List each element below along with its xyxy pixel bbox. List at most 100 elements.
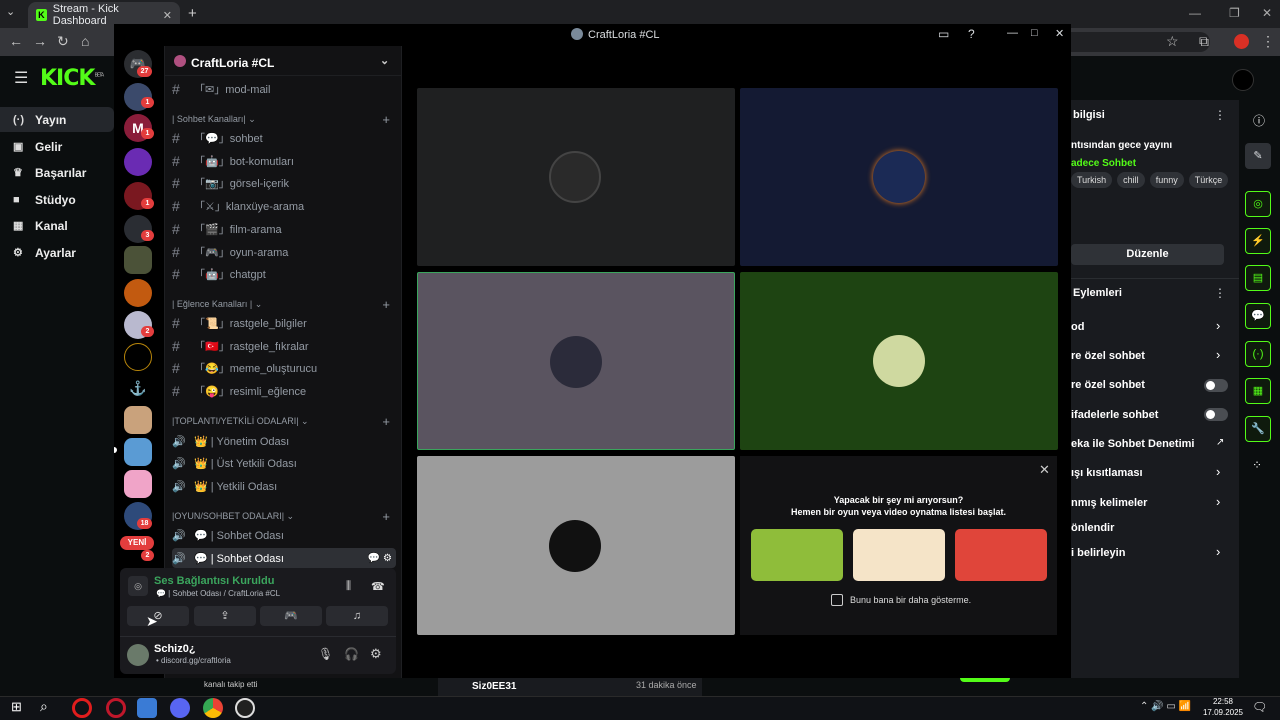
action-row[interactable]: nmış kelimeler: [1071, 497, 1147, 509]
action-row[interactable]: od: [1071, 321, 1084, 333]
activities-button[interactable]: 🎮: [260, 606, 322, 626]
channel-item[interactable]: # 「⚔」klanxüye-arama: [172, 196, 396, 216]
server-icon-craftloria[interactable]: [124, 438, 152, 466]
action-row[interactable]: i belirleyin: [1071, 547, 1125, 559]
voice-channel-item[interactable]: 🔊 👑 | Yönetim Odası: [172, 431, 396, 451]
nav-ayarlar[interactable]: ⚙ Ayarlar: [0, 240, 114, 265]
close-tab-icon[interactable]: ✕: [163, 9, 172, 22]
minimize-icon[interactable]: —: [1007, 27, 1018, 39]
user-avatar[interactable]: [1232, 69, 1254, 91]
category-header[interactable]: | Sohbet Kanalları| ⌄ +: [172, 112, 396, 127]
search-icon[interactable]: ⌕: [40, 698, 48, 715]
layout-icon[interactable]: ▦: [1245, 378, 1271, 404]
document-icon[interactable]: ▤: [1245, 265, 1271, 291]
server-icon[interactable]: [124, 470, 152, 498]
extensions-icon[interactable]: ⧉: [1199, 33, 1209, 50]
dont-show-label[interactable]: Bunu bana bir daha gösterme.: [850, 595, 971, 605]
opera-icon[interactable]: [72, 698, 92, 718]
forward-icon[interactable]: →: [33, 33, 47, 49]
channel-item[interactable]: # 「💬」sohbet: [172, 128, 396, 148]
action-row[interactable]: önlendir: [1071, 522, 1114, 534]
wrench-icon[interactable]: 🔧: [1245, 416, 1271, 442]
channel-mod-mail[interactable]: # 「✉」mod-mail: [172, 79, 396, 99]
app-icon[interactable]: [137, 698, 157, 718]
actions-menu-icon[interactable]: ⋮: [1214, 286, 1226, 300]
category-header[interactable]: |TOPLANTI/YETKİLİ ODALARI| ⌄ +: [172, 414, 396, 429]
tray-icons[interactable]: ⌃ 🔊 ▭ 📶: [1140, 701, 1191, 712]
voice-channel-item[interactable]: 🔊 💬 | Sohbet Odası: [172, 525, 396, 545]
channel-item[interactable]: # 「🎬」film-arama: [172, 219, 396, 239]
address-bar[interactable]: [1070, 32, 1210, 52]
menu-kebab-icon[interactable]: ⋮: [1261, 33, 1275, 50]
toggle-switch[interactable]: [1204, 379, 1228, 392]
profile-avatar[interactable]: [1234, 34, 1249, 49]
info-icon[interactable]: ⓘ: [1253, 112, 1265, 129]
channel-item[interactable]: # 「🤖」chatgpt: [172, 264, 396, 284]
server-icon[interactable]: [124, 279, 152, 307]
channel-item[interactable]: # 「📷」görsel-içerik: [172, 173, 396, 193]
nav-studyo[interactable]: ■ Stüdyo: [0, 187, 114, 212]
hamburger-menu-icon[interactable]: ☰: [14, 68, 28, 88]
edit-pencil-icon[interactable]: ✎: [1245, 143, 1271, 169]
chevron-right-icon[interactable]: ›: [1216, 494, 1220, 509]
voice-status[interactable]: Ses Bağlantısı Kuruldu: [154, 575, 274, 587]
voice-channel-path[interactable]: 💬 | Sohbet Odası / CraftLoria #CL: [156, 589, 280, 598]
server-header[interactable]: CraftLoria #CL ⌄: [164, 46, 402, 76]
server-icon[interactable]: [124, 406, 152, 434]
bookmark-star-icon[interactable]: ☆: [1166, 33, 1179, 50]
game-card-bad-cats[interactable]: [955, 529, 1047, 581]
clock-date[interactable]: 17.09.2025: [1202, 708, 1244, 717]
maximize-icon[interactable]: □: [1031, 27, 1038, 39]
voice-channel-item-active[interactable]: 🔊 💬 | Sohbet Odası 💬 ⚙: [172, 548, 396, 568]
tab-search-icon[interactable]: ⌄: [6, 5, 15, 18]
channel-item[interactable]: # 「😜」resimli_eğlence: [172, 381, 396, 401]
toggle-switch[interactable]: [1204, 408, 1228, 421]
activity-user[interactable]: Siz0EE31: [472, 680, 516, 694]
channel-item[interactable]: # 「🤖」bot-komutları: [172, 151, 396, 171]
discord-icon[interactable]: [170, 698, 190, 718]
help-icon[interactable]: ?: [968, 27, 975, 41]
new-badge[interactable]: YENİ: [120, 536, 154, 550]
chevron-right-icon[interactable]: ›: [1216, 544, 1220, 559]
action-row[interactable]: eka ile Sohbet Denetimi: [1071, 438, 1194, 450]
voice-channel-item[interactable]: 🔊 👑 | Üst Yetkili Odası: [172, 453, 396, 473]
channel-actions-icons[interactable]: 💬 ⚙: [368, 553, 392, 564]
windows-start-icon[interactable]: ⊞: [11, 699, 22, 715]
game-card-bobble-league[interactable]: [853, 529, 945, 581]
noise-suppression-icon[interactable]: ⫼: [346, 580, 351, 593]
channel-item[interactable]: # 「🎮」oyun-arama: [172, 242, 396, 262]
back-icon[interactable]: ←: [9, 33, 23, 49]
microphone-icon[interactable]: 🎙: [318, 647, 333, 661]
chat-icon[interactable]: 💬: [1245, 303, 1271, 329]
headphones-icon[interactable]: 🎧: [344, 647, 359, 661]
kick-logo[interactable]: KICKBETA: [40, 66, 104, 91]
channel-item[interactable]: # 「🇹🇷」rastgele_fıkralar: [172, 336, 396, 356]
disconnect-icon[interactable]: ☎: [371, 580, 385, 593]
minimize-icon[interactable]: —: [1189, 6, 1201, 20]
new-tab-button[interactable]: +: [188, 5, 197, 22]
focus-icon[interactable]: ◎: [1245, 191, 1271, 217]
category-header[interactable]: | Eğlence Kanalları | ⌄ +: [172, 297, 396, 312]
panel-menu-icon[interactable]: ⋮: [1214, 108, 1226, 122]
restore-icon[interactable]: ❐: [1229, 6, 1240, 20]
share-screen-button[interactable]: ⇪: [194, 606, 256, 626]
chevron-right-icon[interactable]: ›: [1216, 464, 1220, 479]
category-header[interactable]: |OYUN/SOHBET ODALARI| ⌄ +: [172, 509, 396, 524]
camera-off-button[interactable]: ⊘: [127, 606, 189, 626]
close-icon[interactable]: ✕: [1055, 27, 1064, 40]
close-window-icon[interactable]: ✕: [1262, 6, 1272, 20]
close-icon[interactable]: ✕: [1039, 462, 1050, 478]
edit-button[interactable]: Düzenle: [1071, 244, 1224, 265]
username[interactable]: Schiz0¿: [154, 643, 196, 655]
user-avatar[interactable]: [127, 644, 149, 666]
nav-yayin[interactable]: (·) Yayın: [0, 107, 114, 132]
user-settings-icon[interactable]: ⚙: [370, 646, 382, 662]
more-tools-icon[interactable]: ⁘: [1252, 458, 1262, 472]
nav-gelir[interactable]: ▣ Gelir: [0, 134, 114, 159]
chevron-right-icon[interactable]: ›: [1216, 347, 1220, 362]
channel-item[interactable]: # 「😂」meme_oluşturucu: [172, 358, 396, 378]
obs-icon[interactable]: [235, 698, 255, 718]
voice-channel-item[interactable]: 🔊 👑 | Yetkili Odası: [172, 476, 396, 496]
stream-category[interactable]: adece Sohbet: [1071, 158, 1136, 169]
home-icon[interactable]: ⌂: [81, 33, 89, 49]
